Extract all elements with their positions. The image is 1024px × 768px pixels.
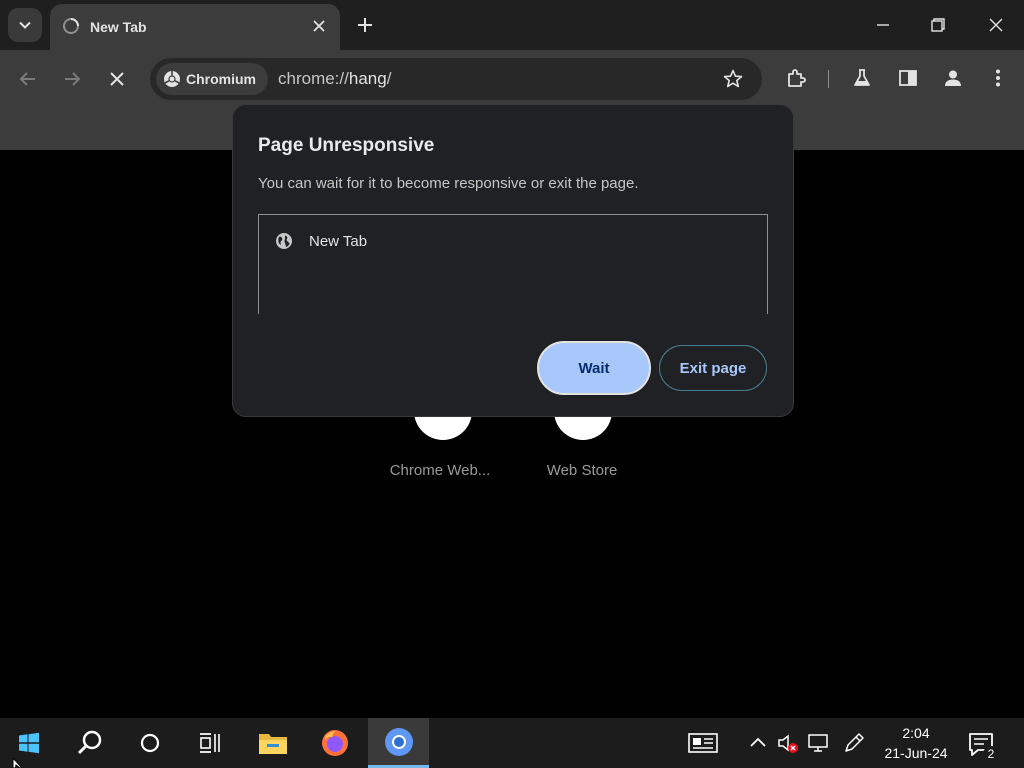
task-view-button[interactable] [181,718,239,768]
url-text[interactable]: chrome://hang/ [278,69,391,89]
dialog-message: You can wait for it to become responsive… [258,175,639,192]
wait-button[interactable]: Wait [537,341,651,395]
bookmark-star-icon[interactable] [722,68,744,90]
tab-strip: New Tab [0,0,1024,50]
unresponsive-page-item[interactable]: New Tab [309,233,367,250]
minimize-icon[interactable] [870,12,896,38]
url-suffix: / [386,69,392,88]
volume-muted-icon[interactable] [776,731,800,755]
network-icon[interactable] [806,731,830,755]
chromium-icon [164,71,180,87]
stop-loading-icon[interactable] [105,67,129,91]
folder-icon [259,734,287,754]
extensions-icon[interactable] [784,66,808,90]
profile-icon[interactable] [941,66,965,90]
forward-icon[interactable] [60,67,84,91]
news-widget-icon[interactable] [688,731,718,755]
windows-logo-icon [19,732,39,754]
unresponsive-pages-list[interactable]: New Tab [258,214,768,314]
start-button[interactable] [0,718,58,768]
more-menu-icon[interactable] [986,66,1010,90]
restore-icon[interactable] [925,12,951,38]
globe-icon [276,233,292,249]
mouse-cursor-icon [12,758,23,768]
tab-title: New Tab [90,19,147,35]
firefox-icon [322,730,348,756]
cortana-circle-icon [140,733,160,753]
labs-flask-icon[interactable] [850,66,874,90]
url-scheme: chrome:// [278,69,349,88]
toolbar-separator [828,70,829,88]
cortana-button[interactable] [121,718,179,768]
notification-count-badge: 2 [983,746,999,762]
shortcut-label[interactable]: Web Store [512,462,652,479]
close-tab-icon[interactable] [310,17,328,35]
chromium-app-icon [384,727,413,756]
site-info-chip[interactable]: Chromium [156,63,268,95]
shortcut-label[interactable]: Chrome Web... [370,462,510,479]
new-tab-icon[interactable] [354,14,376,36]
dialog-title: Page Unresponsive [258,135,435,156]
clock-time: 2:04 [902,725,930,741]
toolbar: Chromium chrome://hang/ [0,50,1024,108]
close-window-icon[interactable] [983,12,1009,38]
task-view-icon [200,733,220,753]
search-button[interactable] [61,718,119,768]
loading-icon [63,18,79,34]
firefox-button[interactable] [306,718,364,768]
chromium-taskbar-button[interactable] [368,718,429,768]
file-explorer-button[interactable] [244,718,302,768]
chevron-down-icon [19,21,31,29]
tab-search-button[interactable] [8,8,42,42]
chevron-up-icon[interactable] [746,731,770,755]
taskbar-clock[interactable]: 2:04 21-Jun-24 [876,723,956,763]
taskbar: 2:04 21-Jun-24 2 [0,718,1024,768]
search-icon [77,730,102,755]
pen-icon[interactable] [842,731,866,755]
page-unresponsive-dialog: Page Unresponsive You can wait for it to… [232,104,794,417]
url-host: hang [348,69,387,88]
tab-new-tab[interactable]: New Tab [50,4,340,50]
back-icon[interactable] [16,67,40,91]
clock-date: 21-Jun-24 [884,745,948,761]
site-chip-label: Chromium [186,71,256,87]
side-panel-icon[interactable] [896,66,920,90]
exit-page-button[interactable]: Exit page [659,345,767,391]
omnibox[interactable]: Chromium chrome://hang/ [150,58,762,100]
